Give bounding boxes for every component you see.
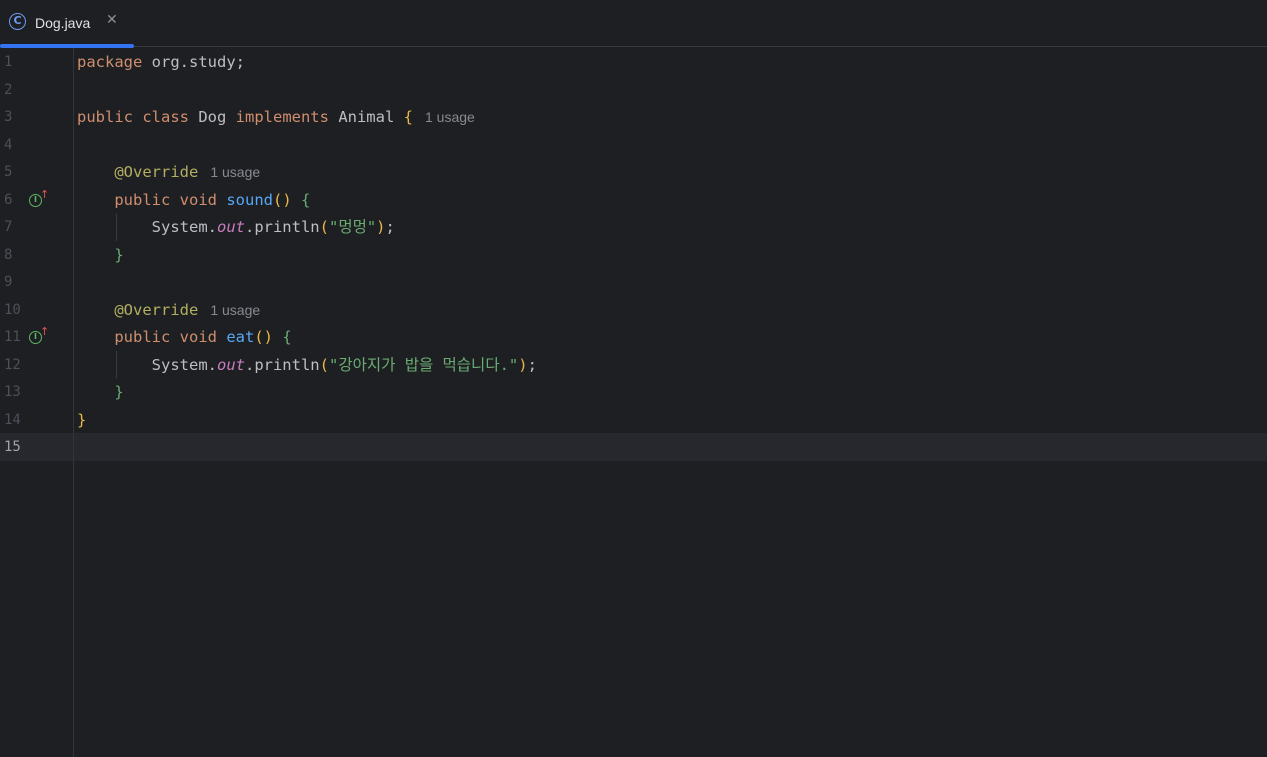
code-token: } bbox=[114, 245, 124, 264]
code-text: System.out.println("강아지가 밥을 먹습니다."); bbox=[77, 352, 537, 380]
code-token: Dog bbox=[188, 108, 236, 126]
code-text: @Override 1 usage bbox=[77, 297, 260, 325]
code-text: package org.study; bbox=[77, 49, 245, 77]
code-line[interactable]: 2 bbox=[0, 77, 1267, 105]
code-token: .println bbox=[244, 355, 320, 374]
code-token: public class bbox=[77, 108, 189, 126]
code-token: .println bbox=[244, 218, 320, 236]
line-number: 9 bbox=[4, 274, 13, 290]
line-number: 14 bbox=[4, 411, 21, 428]
code-token: public void bbox=[114, 190, 217, 209]
line-number: 13 bbox=[4, 384, 21, 400]
line-number: 3 bbox=[4, 109, 13, 125]
code-line[interactable]: 7 System.out.println("멍멍"); bbox=[0, 214, 1267, 242]
editor-tab-bar: C Dog.java ✕ bbox=[0, 0, 1267, 48]
usage-hint[interactable]: 1 usage bbox=[210, 302, 260, 318]
code-token: Animal bbox=[328, 108, 404, 126]
code-line[interactable]: 10 @Override 1 usage bbox=[0, 297, 1267, 325]
code-token: org.study; bbox=[142, 53, 245, 71]
code-token: sound bbox=[226, 190, 273, 209]
code-text: public class Dog implements Animal {1 us… bbox=[77, 104, 475, 132]
code-text: public void sound() { bbox=[77, 187, 310, 215]
code-line[interactable]: 1 package org.study; bbox=[0, 49, 1267, 77]
arrow-up-icon: ↑ bbox=[40, 187, 50, 201]
tab-label: Dog.java bbox=[35, 15, 91, 31]
line-number: 10 bbox=[4, 301, 21, 318]
line-number: 6 bbox=[4, 191, 13, 208]
code-line[interactable]: 6 I ↑ public void sound() { bbox=[0, 187, 1267, 215]
code-line[interactable]: 4 bbox=[0, 132, 1267, 160]
code-line[interactable]: 13 } bbox=[0, 379, 1267, 407]
code-text: System.out.println("멍멍"); bbox=[77, 214, 395, 242]
code-line[interactable]: 8 } bbox=[0, 242, 1267, 270]
code-token: @Override bbox=[114, 163, 199, 181]
code-text: } bbox=[77, 407, 86, 435]
code-line[interactable]: 12 System.out.println("강아지가 밥을 먹습니다."); bbox=[0, 352, 1267, 380]
code-token: "멍멍" bbox=[328, 218, 377, 236]
code-text: } bbox=[77, 242, 124, 270]
line-number: 1 bbox=[4, 54, 13, 70]
close-icon[interactable]: ✕ bbox=[106, 12, 118, 28]
indent-guide bbox=[116, 351, 117, 378]
code-token: { bbox=[301, 190, 311, 209]
code-editor[interactable]: 1 package org.study; 2 3 public class Dog im… bbox=[0, 48, 1267, 757]
code-token: () bbox=[273, 190, 292, 209]
code-token: ; bbox=[385, 218, 395, 236]
code-token: { bbox=[282, 328, 292, 346]
code-token: ) bbox=[376, 218, 386, 236]
code-token: "강아지가 밥을 먹습니다." bbox=[328, 355, 519, 374]
code-token: } bbox=[114, 383, 124, 401]
code-token: package bbox=[77, 53, 143, 71]
tab-dog-java[interactable]: C Dog.java ✕ bbox=[0, 0, 134, 48]
code-token: implements bbox=[235, 108, 329, 126]
code-line[interactable]: 15 bbox=[0, 434, 1267, 462]
code-token: () bbox=[254, 328, 273, 346]
usage-hint[interactable]: 1 usage bbox=[425, 109, 475, 125]
line-number: 12 bbox=[4, 356, 21, 373]
code-token: System. bbox=[77, 218, 217, 236]
line-number: 5 bbox=[4, 164, 13, 180]
code-line[interactable]: 3 public class Dog implements Animal {1 u… bbox=[0, 104, 1267, 132]
code-token: ( bbox=[319, 355, 329, 374]
code-line[interactable]: 14} bbox=[0, 407, 1267, 435]
code-token: } bbox=[77, 410, 87, 429]
code-token: { bbox=[403, 108, 413, 126]
code-line[interactable]: 5 @Override 1 usage bbox=[0, 159, 1267, 187]
line-number: 8 bbox=[4, 246, 13, 263]
line-number: 11 bbox=[4, 329, 21, 345]
code-line[interactable]: 9 bbox=[0, 269, 1267, 297]
code-token: ; bbox=[527, 355, 537, 374]
code-token: out bbox=[216, 218, 245, 236]
code-token: @Override bbox=[114, 300, 199, 319]
code-line[interactable]: 11 I ↑ public void eat() { bbox=[0, 324, 1267, 352]
class-icon: C bbox=[9, 13, 26, 30]
code-token: out bbox=[216, 355, 245, 374]
line-number: 4 bbox=[4, 136, 13, 153]
indent-guide bbox=[116, 214, 117, 241]
usage-hint[interactable]: 1 usage bbox=[210, 164, 260, 180]
code-text: public void eat() { bbox=[77, 324, 292, 352]
code-token: public void bbox=[114, 328, 217, 346]
code-token: ( bbox=[319, 218, 329, 236]
code-text: @Override 1 usage bbox=[77, 159, 260, 187]
code-text: } bbox=[77, 379, 124, 407]
arrow-up-icon: ↑ bbox=[40, 325, 50, 338]
line-number: 2 bbox=[4, 81, 13, 98]
code-token: eat bbox=[226, 328, 255, 346]
line-number: 7 bbox=[4, 219, 13, 235]
code-token: System. bbox=[77, 355, 217, 374]
code-token: ) bbox=[518, 355, 528, 374]
line-number: 15 bbox=[4, 439, 21, 455]
